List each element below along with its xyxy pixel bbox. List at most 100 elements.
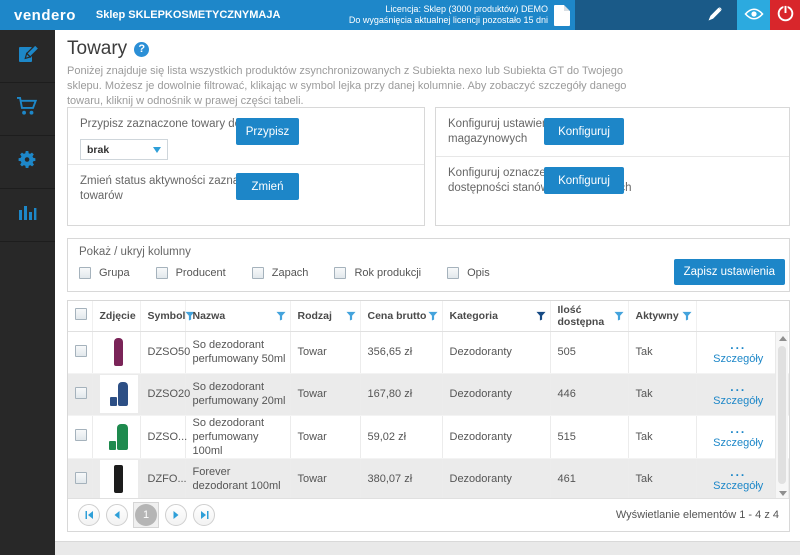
filter-icon[interactable]	[682, 311, 692, 321]
row-checkbox[interactable]	[75, 387, 87, 399]
stock-configure-button[interactable]: Konfiguruj	[544, 118, 624, 145]
details-link[interactable]: Szczegóły	[713, 480, 763, 492]
cell-active: Tak	[628, 331, 696, 373]
checkbox-label: Rok produkcji	[354, 267, 421, 279]
row-checkbox[interactable]	[75, 472, 87, 484]
filter-icon[interactable]	[346, 311, 356, 321]
availability-settings-section: Konfiguruj oznaczenia własne dostępności…	[436, 156, 789, 226]
edit-shop-button[interactable]	[708, 0, 723, 30]
row-checkbox[interactable]	[75, 429, 87, 441]
change-status-section: Zmień status aktywności zaznaczonych tow…	[68, 164, 424, 226]
checkbox-box[interactable]	[79, 267, 91, 279]
filter-icon[interactable]	[428, 311, 438, 321]
pagination-summary: Wyświetlanie elementów 1 - 4 z 4	[616, 509, 779, 521]
next-page-button[interactable]	[165, 504, 187, 526]
header-symbol: Symbol	[140, 301, 185, 331]
assign-button[interactable]: Przypisz	[236, 118, 299, 145]
checkbox-zapach[interactable]: Zapach	[252, 267, 309, 279]
last-page-button[interactable]	[193, 504, 215, 526]
help-icon[interactable]: ?	[134, 42, 149, 57]
header-aktywny: Aktywny	[628, 301, 696, 331]
checkbox-box[interactable]	[156, 267, 168, 279]
scrollbar-thumb[interactable]	[778, 346, 786, 484]
configuration-card: Konfiguruj ustawienia stanów magazynowyc…	[435, 107, 790, 226]
cell-type: Towar	[290, 373, 360, 415]
prev-page-button[interactable]	[106, 504, 128, 526]
first-page-button[interactable]	[78, 504, 100, 526]
cell-category: Dezodoranty	[442, 458, 550, 500]
license-line-2: Do wygaśnięcia aktualnej licencji pozost…	[349, 15, 548, 26]
bottle-icon	[114, 465, 123, 493]
table-header-row: Zdjęcie Symbol Nazwa Rodzaj Cena brutto …	[68, 301, 789, 331]
header-zdjecie: Zdjęcie	[92, 301, 140, 331]
select-all-checkbox[interactable]	[75, 308, 87, 320]
sidebar-item-orders[interactable]	[0, 83, 55, 136]
column-label: Aktywny	[636, 310, 679, 322]
shop-name: Sklep SKLEPKOSMETYCZNYMAJA	[96, 9, 281, 21]
availability-configure-button[interactable]: Konfiguruj	[544, 167, 624, 194]
header-actions-section	[575, 0, 800, 30]
cell-price: 380,07 zł	[360, 458, 442, 500]
column-label: Cena brutto	[368, 310, 427, 322]
cell-symbol: DZSO50	[140, 331, 185, 373]
details-link[interactable]: Szczegóły	[713, 437, 763, 449]
details-link[interactable]: Szczegóły	[713, 395, 763, 407]
checkbox-producent[interactable]: Producent	[156, 267, 226, 279]
stock-settings-section: Konfiguruj ustawienia stanów magazynowyc…	[436, 108, 789, 156]
sidebar-item-products[interactable]	[0, 30, 55, 83]
logout-button[interactable]	[770, 0, 800, 30]
cell-active: Tak	[628, 373, 696, 415]
table-scrollbar[interactable]	[775, 332, 788, 500]
details-link[interactable]: Szczegóły	[713, 353, 763, 365]
checkbox-box[interactable]	[447, 267, 459, 279]
filter-icon-active[interactable]	[536, 311, 546, 321]
row-checkbox[interactable]	[75, 345, 87, 357]
sidebar-item-statistics[interactable]	[0, 189, 55, 242]
filter-icon[interactable]	[276, 311, 286, 321]
checkbox-grupa[interactable]: Grupa	[79, 267, 130, 279]
products-table: Zdjęcie Symbol Nazwa Rodzaj Cena brutto …	[68, 301, 789, 501]
product-image	[100, 375, 138, 413]
scroll-up-arrow-icon[interactable]	[779, 336, 787, 341]
current-page-box: 1	[133, 502, 159, 528]
cell-name: So dezodorant perfumowany 100ml	[185, 415, 290, 458]
bottle-icon	[117, 424, 128, 450]
table-row: DZFO... Forever dezodorant 100ml Towar 3…	[68, 458, 789, 500]
bar-chart-icon	[17, 203, 39, 227]
category-dropdown[interactable]: brak	[80, 139, 168, 160]
checkbox-opis[interactable]: Opis	[447, 267, 490, 279]
column-label: Nazwa	[193, 310, 226, 322]
bulk-actions-card: Przypisz zaznaczone towary do kategorii …	[67, 107, 425, 226]
checkbox-box[interactable]	[334, 267, 346, 279]
cell-category: Dezodoranty	[442, 373, 550, 415]
header-brand-section: vendero Sklep SKLEPKOSMETYCZNYMAJA Licen…	[0, 0, 575, 30]
page-description: Poniżej znajduje się lista wszystkich pr…	[67, 64, 652, 109]
checkbox-box[interactable]	[252, 267, 264, 279]
cell-symbol: DZFO...	[140, 458, 185, 500]
column-label: Ilość dostępna	[558, 304, 614, 328]
more-menu[interactable]: ...	[704, 467, 774, 477]
more-menu[interactable]: ...	[704, 382, 774, 392]
sidebar-item-settings[interactable]	[0, 136, 55, 189]
change-status-button[interactable]: Zmień	[236, 173, 299, 200]
table-row: DZSO20 So dezodorant perfumowany 20ml To…	[68, 373, 789, 415]
preview-shop-button[interactable]	[737, 0, 770, 30]
edit-icon	[17, 43, 39, 70]
save-settings-button[interactable]: Zapisz ustawienia	[674, 259, 785, 285]
scroll-down-arrow-icon[interactable]	[779, 491, 787, 496]
current-page-button[interactable]: 1	[135, 504, 157, 526]
products-table-panel: Zdjęcie Symbol Nazwa Rodzaj Cena brutto …	[67, 300, 790, 532]
table-row: DZSO... So dezodorant perfumowany 100ml …	[68, 415, 789, 458]
header-cena-brutto: Cena brutto	[360, 301, 442, 331]
filter-icon[interactable]	[614, 311, 624, 321]
checkbox-rok-produkcji[interactable]: Rok produkcji	[334, 267, 421, 279]
product-image	[100, 418, 138, 456]
more-menu[interactable]: ...	[704, 424, 774, 434]
footer-strip	[55, 541, 800, 555]
cell-active: Tak	[628, 458, 696, 500]
cart-icon	[16, 96, 39, 122]
header-rodzaj: Rodzaj	[290, 301, 360, 331]
header-actions	[696, 301, 789, 331]
more-menu[interactable]: ...	[704, 340, 774, 350]
bottle-cap	[110, 397, 117, 406]
